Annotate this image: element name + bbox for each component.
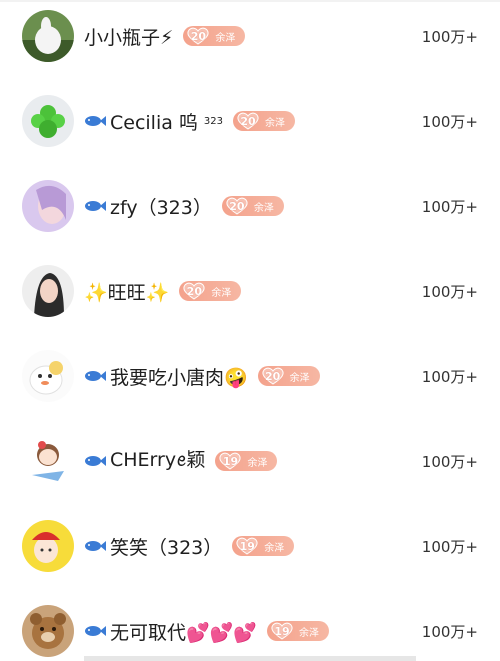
heart-level-icon: 20 [235, 112, 261, 130]
user-info: 无可取代💕💕💕 19 余泽 [84, 618, 329, 645]
fan-badge: 19 余泽 [266, 621, 329, 641]
avatar-image [22, 350, 74, 402]
fish-icon [84, 368, 106, 384]
avatar-image [22, 95, 74, 147]
avatar[interactable] [22, 520, 74, 572]
badge-level: 20 [265, 369, 281, 383]
user-info: 笑笑（323） 19 余泽 [84, 533, 295, 560]
avatar[interactable] [22, 605, 74, 657]
avatar[interactable] [22, 10, 74, 62]
intimacy-count: 100万+ [421, 537, 478, 556]
avatar[interactable] [22, 180, 74, 232]
username-superscript: 323 [203, 115, 224, 127]
heart-level-icon: 19 [234, 537, 260, 555]
avatar-image [22, 435, 74, 487]
username[interactable]: 我要吃小唐肉🤪 [110, 363, 248, 390]
badge-name: 余泽 [265, 117, 286, 129]
user-info: CHErryꫀ颖 19 余泽 [84, 441, 278, 481]
intimacy-count: 100万+ [421, 452, 478, 471]
heart-level-icon: 20 [260, 367, 286, 385]
username[interactable]: 笑笑（323） [110, 533, 222, 560]
badge-name: 余泽 [211, 287, 232, 299]
username[interactable]: 小小瓶子⚡ [84, 23, 173, 50]
list-item[interactable]: ✨旺旺✨ 20 余泽 100万+ [0, 251, 500, 331]
badge-name: 余泽 [215, 32, 236, 44]
intimacy-count: 100万+ [421, 282, 478, 301]
fan-badge: 20 余泽 [233, 111, 296, 131]
intimacy-count: 100万+ [421, 197, 478, 216]
user-info: ✨旺旺✨ 20 余泽 [84, 278, 242, 305]
username[interactable]: 无可取代💕💕💕 [110, 618, 257, 645]
username[interactable]: Cecilia 呜 [110, 108, 198, 135]
intimacy-count: 100万+ [421, 367, 478, 386]
list-item[interactable]: zfy（323） 20 余泽 100万+ [0, 166, 500, 246]
badge-name: 余泽 [298, 627, 319, 639]
heart-level-icon: 20 [181, 282, 207, 300]
badge-level: 19 [239, 539, 255, 553]
badge-name: 余泽 [264, 542, 285, 554]
badge-level: 19 [274, 624, 290, 638]
fan-badge: 20 余泽 [221, 196, 284, 216]
heart-level-icon: 20 [185, 27, 211, 45]
fan-badge: 20 余泽 [179, 281, 242, 301]
bottom-scroll-indicator [84, 656, 416, 661]
avatar[interactable] [22, 435, 74, 487]
fish-icon [84, 198, 106, 214]
avatar-image [22, 520, 74, 572]
fan-badge: 19 余泽 [232, 536, 295, 556]
heart-level-icon: 19 [269, 622, 295, 640]
avatar[interactable] [22, 350, 74, 402]
list-item[interactable]: 我要吃小唐肉🤪 20 余泽 100万+ [0, 336, 500, 416]
fish-icon [84, 113, 106, 129]
heart-level-icon: 20 [224, 197, 250, 215]
fan-badge: 20 余泽 [257, 366, 320, 386]
fan-badge: 19 余泽 [215, 451, 278, 471]
list-item[interactable]: Cecilia 呜 323 20 余泽 100万+ [0, 81, 500, 161]
badge-level: 20 [240, 114, 256, 128]
badge-name: 余泽 [253, 202, 274, 214]
intimacy-count: 100万+ [421, 622, 478, 641]
avatar-image [22, 180, 74, 232]
list-item[interactable]: CHErryꫀ颖 19 余泽 100万+ [0, 421, 500, 501]
badge-name: 余泽 [289, 372, 310, 384]
username[interactable]: ✨旺旺✨ [84, 278, 169, 305]
user-info: 我要吃小唐肉🤪 20 余泽 [84, 363, 320, 390]
badge-level: 20 [186, 284, 202, 298]
avatar-image [22, 605, 74, 657]
fish-icon [84, 623, 106, 639]
list-item[interactable]: 无可取代💕💕💕 19 余泽 100万+ [0, 591, 500, 661]
avatar[interactable] [22, 95, 74, 147]
intimacy-count: 100万+ [421, 27, 478, 46]
fish-icon [84, 538, 106, 554]
badge-name: 余泽 [247, 457, 268, 469]
user-info: 小小瓶子⚡ 20 余泽 [84, 23, 246, 50]
avatar-image [22, 265, 74, 317]
intimacy-count: 100万+ [421, 112, 478, 131]
badge-level: 20 [229, 199, 245, 213]
username[interactable]: CHErryꫀ颖 [110, 441, 205, 481]
list-item[interactable]: 笑笑（323） 19 余泽 100万+ [0, 506, 500, 586]
user-info: Cecilia 呜 323 20 余泽 [84, 108, 296, 135]
fan-badge: 20 余泽 [183, 26, 246, 46]
badge-level: 19 [222, 454, 239, 468]
username[interactable]: zfy（323） [110, 193, 212, 220]
list-item[interactable]: 小小瓶子⚡ 20 余泽 100万+ [0, 0, 500, 76]
avatar-image [22, 10, 74, 62]
user-info: zfy（323） 20 余泽 [84, 193, 284, 220]
heart-level-icon: 19 [217, 452, 243, 470]
fish-icon [84, 453, 106, 469]
avatar[interactable] [22, 265, 74, 317]
badge-level: 20 [190, 29, 206, 43]
